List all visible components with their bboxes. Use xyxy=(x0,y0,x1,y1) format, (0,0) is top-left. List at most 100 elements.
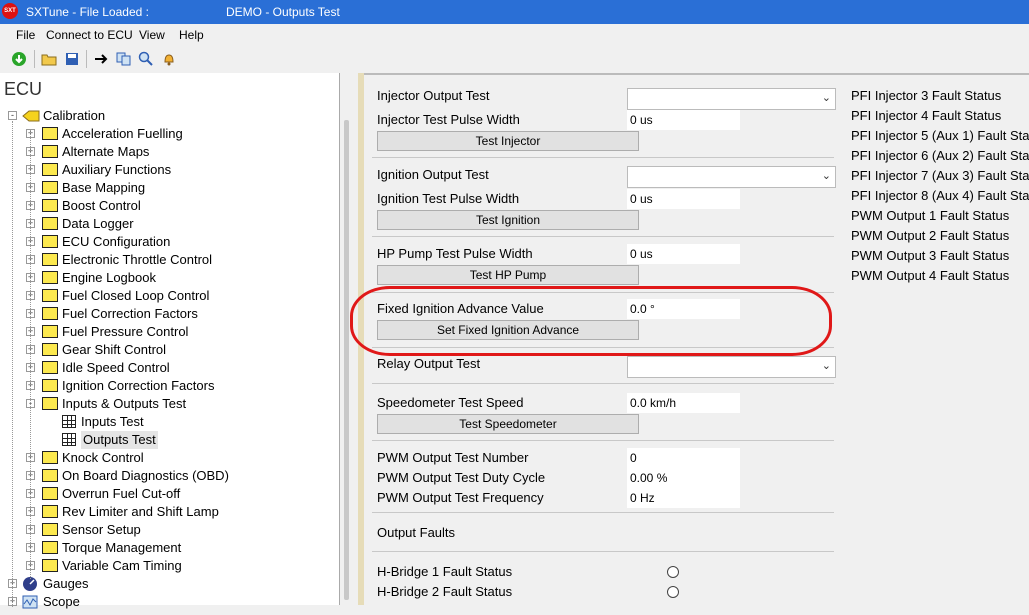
speedometer-test-speed-label: Speedometer Test Speed xyxy=(377,395,524,410)
pwm-test-number-field[interactable]: 0 xyxy=(627,448,740,468)
tree-item-folder[interactable]: + Rev Limiter and Shift Lamp xyxy=(0,503,340,521)
download-icon[interactable] xyxy=(10,50,28,68)
folder-icon xyxy=(42,271,58,284)
toolbar-separator xyxy=(86,50,87,68)
tree-item-folder[interactable]: + Base Mapping xyxy=(0,179,340,197)
tree-item-folder[interactable]: + Idle Speed Control xyxy=(0,359,340,377)
save-icon[interactable] xyxy=(63,50,81,68)
tree-item-folder[interactable]: + Ignition Correction Factors xyxy=(0,377,340,395)
hbridge-2-fault-indicator xyxy=(667,586,679,598)
title-bar: SXT SXTune - File Loaded : DEMO - Output… xyxy=(0,0,1029,24)
tree-item-folder[interactable]: + Overrun Fuel Cut-off xyxy=(0,485,340,503)
fault-status-label: PWM Output 2 Fault Status xyxy=(851,228,1010,243)
tree-item-folder[interactable]: + Gear Shift Control xyxy=(0,341,340,359)
copy-icon[interactable] xyxy=(115,50,133,68)
tree-item-label: Scope xyxy=(43,594,80,609)
tree-item-label: Electronic Throttle Control xyxy=(62,252,213,267)
tree-item-scope[interactable]: + Scope xyxy=(0,593,340,611)
menu-bar: File Connect to ECU View Help xyxy=(0,24,1029,45)
chevron-down-icon: ⌄ xyxy=(821,92,831,104)
tree-item-folder[interactable]: + ECU Configuration xyxy=(0,233,340,251)
hp-pump-pulse-width-field[interactable]: 0 us xyxy=(627,244,740,264)
toolbar xyxy=(0,46,1029,72)
menu-view[interactable]: View xyxy=(139,28,165,42)
tree-item-sheet[interactable]: Inputs Test xyxy=(0,413,340,431)
tree-item-sheet[interactable]: Outputs Test xyxy=(0,431,340,449)
search-icon[interactable] xyxy=(137,50,155,68)
ignition-pulse-width-field[interactable]: 0 us xyxy=(627,189,740,209)
test-hp-pump-button[interactable]: Test HP Pump xyxy=(377,265,639,285)
relay-output-select[interactable]: ⌄ xyxy=(627,356,836,378)
ignition-output-select[interactable]: ⌄ xyxy=(627,166,836,188)
tree-item-folder[interactable]: + On Board Diagnostics (OBD) xyxy=(0,467,340,485)
menu-help[interactable]: Help xyxy=(179,28,204,42)
tree-item-folder[interactable]: + Engine Logbook xyxy=(0,269,340,287)
tree-item-label: ECU Configuration xyxy=(62,234,171,249)
open-folder-icon[interactable] xyxy=(40,50,58,68)
folder-icon xyxy=(42,559,58,572)
tree-item-folder[interactable]: + Knock Control xyxy=(0,449,340,467)
test-ignition-button[interactable]: Test Ignition xyxy=(377,210,639,230)
tree-item-label: Fuel Correction Factors xyxy=(62,306,198,321)
hbridge-1-fault-label: H-Bridge 1 Fault Status xyxy=(377,564,513,579)
tree-item-folder[interactable]: + Boost Control xyxy=(0,197,340,215)
pwm-test-frequency-field[interactable]: 0 Hz xyxy=(627,488,740,508)
tree-item-label: Inputs & Outputs Test xyxy=(62,396,187,411)
tree-item-folder[interactable]: + Sensor Setup xyxy=(0,521,340,539)
folder-icon xyxy=(42,307,58,320)
output-faults-label: Output Faults xyxy=(377,525,456,540)
tree-item-label: Gauges xyxy=(43,576,89,591)
folder-icon xyxy=(42,505,58,518)
tree-scrollbar[interactable] xyxy=(344,120,349,600)
ignition-pulse-width-label: Ignition Test Pulse Width xyxy=(377,191,520,206)
folder-icon xyxy=(42,217,58,230)
tree-item-label: Fuel Pressure Control xyxy=(62,324,189,339)
tree-item-label: Idle Speed Control xyxy=(62,360,170,375)
injector-output-select[interactable]: ⌄ xyxy=(627,88,836,110)
tree-item-folder[interactable]: + Auxiliary Functions xyxy=(0,161,340,179)
pwm-test-duty-label: PWM Output Test Duty Cycle xyxy=(377,470,546,485)
folder-icon xyxy=(42,289,58,302)
arrow-right-icon[interactable] xyxy=(92,50,110,68)
app-logo-icon: SXT xyxy=(2,3,18,19)
speedometer-test-speed-field[interactable]: 0.0 km/h xyxy=(627,393,740,413)
tree-item-label: Gear Shift Control xyxy=(62,342,167,357)
tree-item-folder[interactable]: + Electronic Throttle Control xyxy=(0,251,340,269)
pwm-test-duty-field[interactable]: 0.00 % xyxy=(627,468,740,488)
bell-icon[interactable] xyxy=(160,50,178,68)
fault-status-label: PFI Injector 4 Fault Status xyxy=(851,108,1002,123)
fault-status-label: PFI Injector 7 (Aux 3) Fault Sta xyxy=(851,168,1029,183)
folder-icon xyxy=(42,253,58,266)
collapse-icon[interactable]: - xyxy=(8,111,17,120)
tree-item-calibration[interactable]: - Calibration xyxy=(0,107,340,125)
tree-item-folder[interactable]: + Torque Management xyxy=(0,539,340,557)
hbridge-1-fault-indicator xyxy=(667,566,679,578)
tree-item-folder[interactable]: + Variable Cam Timing xyxy=(0,557,340,575)
tree-item-folder[interactable]: + Alternate Maps xyxy=(0,143,340,161)
tree-item-label: Overrun Fuel Cut-off xyxy=(62,486,181,501)
test-speedometer-button[interactable]: Test Speedometer xyxy=(377,414,639,434)
folder-icon xyxy=(42,469,58,482)
tree-item-folder[interactable]: + Acceleration Fuelling xyxy=(0,125,340,143)
fault-status-label: PFI Injector 6 (Aux 2) Fault Sta xyxy=(851,148,1029,163)
tree-item-folder[interactable]: + Data Logger xyxy=(0,215,340,233)
tree-item-label: Base Mapping xyxy=(62,180,146,195)
tree-item-folder[interactable]: + Fuel Closed Loop Control xyxy=(0,287,340,305)
ignition-output-test-label: Ignition Output Test xyxy=(377,167,489,182)
tree-item-label: On Board Diagnostics (OBD) xyxy=(62,468,229,483)
fault-status-label: PFI Injector 8 (Aux 4) Fault Sta xyxy=(851,188,1029,203)
test-injector-button[interactable]: Test Injector xyxy=(377,131,639,151)
divider xyxy=(372,551,834,552)
menu-file[interactable]: File xyxy=(16,28,35,42)
relay-output-test-label: Relay Output Test xyxy=(377,356,481,371)
folder-icon xyxy=(42,235,58,248)
tree-item-folder[interactable]: + Fuel Correction Factors xyxy=(0,305,340,323)
folder-icon xyxy=(42,127,58,140)
menu-connect-to-ecu[interactable]: Connect to ECU xyxy=(46,28,133,42)
injector-pulse-width-label: Injector Test Pulse Width xyxy=(377,112,520,127)
injector-pulse-width-field[interactable]: 0 us xyxy=(627,110,740,130)
tree-item-folder[interactable]: - Inputs & Outputs Test xyxy=(0,395,340,413)
tree-item-gauges[interactable]: + Gauges xyxy=(0,575,340,593)
tree-item-folder[interactable]: + Fuel Pressure Control xyxy=(0,323,340,341)
hbridge-2-fault-label: H-Bridge 2 Fault Status xyxy=(377,584,513,599)
